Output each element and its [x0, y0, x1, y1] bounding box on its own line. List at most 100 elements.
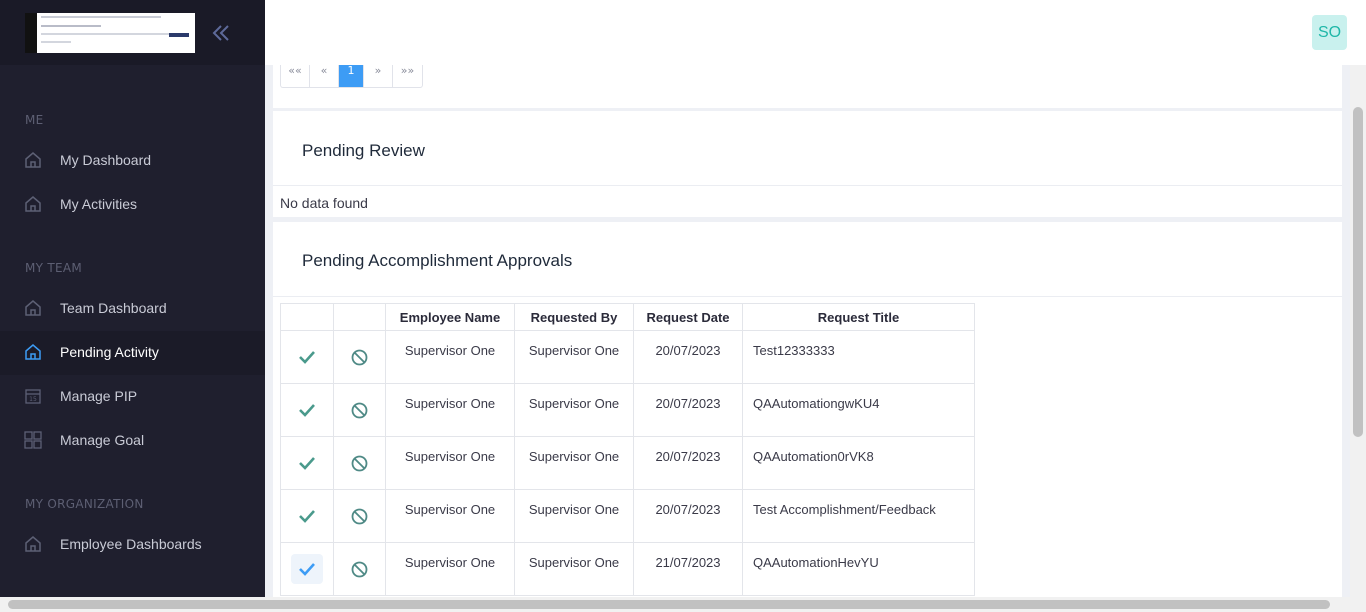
reject-cell — [333, 489, 386, 543]
pagination: «« « 1 » »» — [280, 65, 423, 88]
main-content: «« « 1 » »» Pending Review No data found… — [265, 65, 1350, 597]
requested-by-header[interactable]: Requested By — [514, 303, 634, 331]
request-title-header[interactable]: Request Title — [742, 303, 975, 331]
reject-ban-icon[interactable] — [348, 342, 372, 372]
reject-cell — [333, 542, 386, 596]
request-date-header[interactable]: Request Date — [633, 303, 743, 331]
scrollbar-thumb[interactable] — [1353, 107, 1363, 437]
reject-cell — [333, 383, 386, 437]
requested-by-cell: Supervisor One — [514, 542, 634, 596]
table-header-row: Employee Name Requested By Request Date … — [280, 303, 975, 331]
reject-ban-icon[interactable] — [348, 501, 372, 531]
requested-by-cell: Supervisor One — [514, 489, 634, 543]
prev-page-button[interactable]: « — [310, 65, 339, 87]
request-date-cell: 20/07/2023 — [633, 489, 743, 543]
reject-ban-icon[interactable] — [348, 448, 372, 478]
approve-cell — [280, 330, 334, 384]
table-row: Supervisor One Supervisor One 20/07/2023 Te… — [280, 489, 975, 543]
approve-check-icon[interactable] — [291, 395, 323, 425]
home-icon — [25, 344, 41, 360]
table-row: Supervisor One Supervisor One 20/07/2023 QA… — [280, 436, 975, 490]
sidebar-item-manage-pip[interactable]: 15 Manage PIP — [0, 375, 265, 419]
request-title-cell[interactable]: Test12333333 — [742, 330, 975, 384]
next-page-button[interactable]: » — [364, 65, 393, 87]
request-date-cell: 20/07/2023 — [633, 383, 743, 437]
pending-review-title: Pending Review — [302, 141, 425, 160]
approve-check-icon[interactable] — [291, 501, 323, 531]
sidebar-item-label: Employee Dashboards — [60, 536, 202, 552]
pending-approvals-card: Pending Accomplishment Approvals Employe… — [273, 222, 1342, 597]
no-data-text: No data found — [280, 195, 368, 211]
request-title-cell[interactable]: QAAutomation0rVK8 — [742, 436, 975, 490]
grid-icon — [24, 431, 42, 449]
employee-name-cell: Supervisor One — [385, 436, 515, 490]
calendar-icon: 15 — [25, 389, 41, 404]
employee-name-cell: Supervisor One — [385, 542, 515, 596]
divider — [273, 296, 1342, 297]
approvals-table: Employee Name Requested By Request Date … — [280, 303, 975, 596]
home-icon — [25, 536, 41, 552]
sidebar-item-my-activities[interactable]: My Activities — [0, 183, 265, 227]
requested-by-cell: Supervisor One — [514, 383, 634, 437]
horizontal-scrollbar[interactable] — [0, 597, 1366, 612]
svg-text:15: 15 — [29, 396, 37, 403]
home-icon — [25, 300, 41, 316]
sidebar-item-label: Manage PIP — [60, 388, 138, 404]
reject-cell — [333, 330, 386, 384]
table-row: Supervisor One Supervisor One 21/07/2023 QA… — [280, 542, 975, 596]
request-date-cell: 20/07/2023 — [633, 436, 743, 490]
user-avatar[interactable]: SO — [1312, 15, 1347, 50]
approve-cell — [280, 383, 334, 437]
request-title-cell[interactable]: QAAutomationgwKU4 — [742, 383, 975, 437]
section-label-my-organization: MY ORGANIZATION — [25, 497, 144, 511]
pagination-card: «« « 1 » »» — [273, 65, 1342, 108]
request-date-cell: 20/07/2023 — [633, 330, 743, 384]
page-1-button[interactable]: 1 — [339, 65, 364, 87]
employee-name-header[interactable]: Employee Name — [385, 303, 515, 331]
section-label-my-team: MY TEAM — [25, 261, 83, 275]
section-label-me: ME — [25, 113, 44, 127]
sidebar-item-my-dashboard[interactable]: My Dashboard — [0, 139, 265, 183]
last-page-button[interactable]: »» — [393, 65, 422, 87]
employee-name-cell: Supervisor One — [385, 330, 515, 384]
sidebar-item-pending-activity[interactable]: Pending Activity — [0, 331, 265, 375]
requested-by-cell: Supervisor One — [514, 436, 634, 490]
sidebar-item-employee-dashboards[interactable]: Employee Dashboards — [0, 523, 265, 567]
table-row: Supervisor One Supervisor One 20/07/2023 Te… — [280, 330, 975, 384]
requested-by-cell: Supervisor One — [514, 330, 634, 384]
double-chevron-left-icon[interactable] — [210, 22, 232, 44]
approve-cell — [280, 489, 334, 543]
employee-name-cell: Supervisor One — [385, 489, 515, 543]
vertical-scrollbar[interactable] — [1350, 65, 1366, 597]
approve-cell — [280, 542, 334, 596]
request-date-cell: 21/07/2023 — [633, 542, 743, 596]
company-logo[interactable] — [25, 13, 195, 53]
approve-check-icon[interactable] — [291, 448, 323, 478]
approve-check-icon[interactable] — [291, 342, 323, 372]
pending-approvals-title: Pending Accomplishment Approvals — [302, 251, 573, 270]
first-page-button[interactable]: «« — [281, 65, 310, 87]
sidebar-item-label: My Dashboard — [60, 152, 152, 168]
employee-name-cell: Supervisor One — [385, 383, 515, 437]
approve-cell — [280, 436, 334, 490]
divider — [273, 185, 1342, 186]
sidebar-header — [0, 0, 265, 65]
request-title-cell[interactable]: Test Accomplishment/Feedback — [742, 489, 975, 543]
sidebar-item-team-dashboard[interactable]: Team Dashboard — [0, 287, 265, 331]
reject-ban-icon[interactable] — [348, 395, 372, 425]
scrollbar-thumb[interactable] — [8, 600, 1330, 609]
sidebar-item-label: Manage Goal — [60, 432, 145, 448]
sidebar-item-label: Pending Activity — [60, 344, 159, 360]
top-header: SO — [265, 0, 1366, 65]
request-title-cell[interactable]: QAAutomationHevYU — [742, 542, 975, 596]
sidebar-item-label: My Activities — [60, 196, 138, 212]
table-row: Supervisor One Supervisor One 20/07/2023 QA… — [280, 383, 975, 437]
pending-review-card: Pending Review No data found — [273, 111, 1342, 217]
reject-column-header — [333, 303, 386, 331]
sidebar-item-label: Team Dashboard — [60, 300, 167, 316]
sidebar-item-manage-goal[interactable]: Manage Goal — [0, 419, 265, 463]
approve-column-header — [280, 303, 334, 331]
reject-cell — [333, 436, 386, 490]
reject-ban-icon[interactable] — [348, 554, 372, 584]
approve-check-icon[interactable] — [291, 554, 323, 584]
